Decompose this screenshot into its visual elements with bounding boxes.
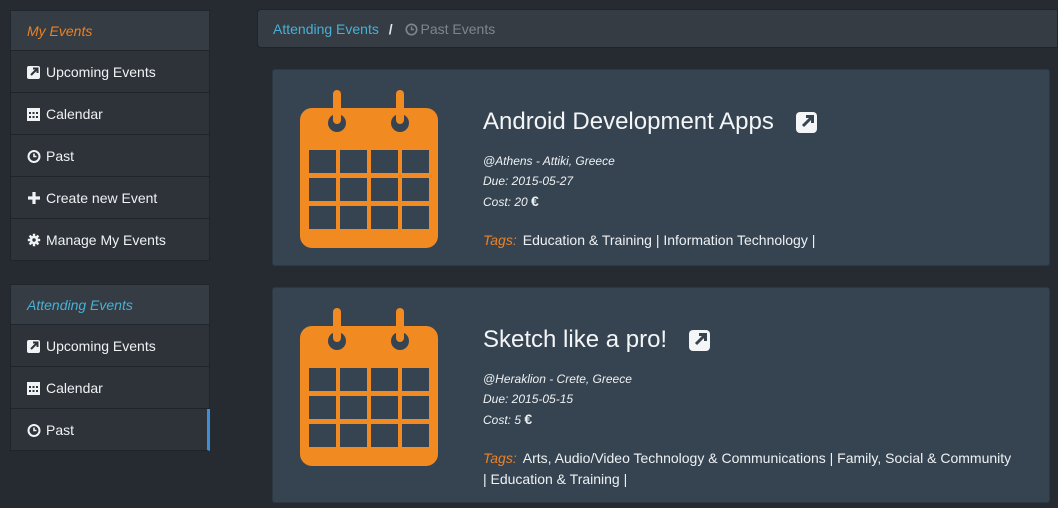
event-cost: Cost: 20 €: [483, 191, 615, 212]
plus-icon: [28, 192, 40, 204]
my-events-header: My Events: [10, 10, 210, 51]
euro-icon: €: [524, 411, 533, 427]
event-location: @Heraklion - Crete, Greece: [483, 372, 632, 386]
clock-icon: [27, 424, 41, 437]
event-details: @Athens - Attiki, Greece Due: 2015-05-27…: [483, 151, 615, 212]
sidebar-item-label: Calendar: [46, 106, 103, 122]
external-link-icon: [27, 340, 40, 353]
breadcrumb-separator: /: [388, 21, 393, 37]
sidebar-item-label: Upcoming Events: [46, 64, 156, 80]
event-due-date: Due: 2015-05-15: [483, 392, 574, 406]
event-tags: Tags: Education & Training | Information …: [483, 230, 1013, 251]
sidebar-item-create-new-event[interactable]: Create new Event: [10, 177, 210, 219]
attending-events-header: Attending Events: [10, 284, 210, 325]
sidebar-item-manage-my-events[interactable]: Manage My Events: [10, 219, 210, 261]
event-title: Sketch like a pro!: [483, 326, 713, 354]
sidebar-item-label: Create new Event: [46, 190, 158, 206]
event-card: Sketch like a pro! @Heraklion - Crete, G…: [272, 287, 1050, 503]
calendar-icon: [300, 90, 438, 248]
sidebar-item-attending-calendar[interactable]: Calendar: [10, 367, 210, 409]
attending-events-title: Attending Events: [27, 297, 133, 313]
sidebar-item-past[interactable]: Past: [10, 135, 210, 177]
sidebar-item-attending-past[interactable]: Past: [10, 409, 210, 451]
sidebar-item-label: Upcoming Events: [46, 338, 156, 354]
sidebar-item-label: Manage My Events: [46, 232, 166, 248]
calendar-icon: [27, 108, 40, 121]
event-title-text[interactable]: Sketch like a pro!: [483, 326, 667, 354]
event-tags: Tags: Arts, Audio/Video Technology & Comm…: [483, 448, 1013, 490]
sidebar-item-calendar[interactable]: Calendar: [10, 93, 210, 135]
breadcrumb-current: Past Events: [404, 21, 496, 37]
breadcrumb: Attending Events / Past Events: [257, 9, 1058, 48]
sidebar: My Events Upcoming Events Calendar Past …: [0, 0, 211, 508]
sidebar-item-label: Past: [46, 148, 75, 164]
event-title-text[interactable]: Android Development Apps: [483, 108, 774, 136]
tags-list: Education & Training | Information Techn…: [522, 232, 816, 248]
event-details: @Heraklion - Crete, Greece Due: 2015-05-…: [483, 369, 632, 430]
tags-label: Tags:: [483, 450, 517, 466]
event-cost: Cost: 5 €: [483, 409, 632, 430]
tags-label: Tags:: [483, 232, 517, 248]
sidebar-item-label: Past: [46, 422, 75, 438]
euro-icon: €: [531, 193, 539, 209]
clock-icon: [27, 150, 41, 163]
tags-list: Arts, Audio/Video Technology & Communica…: [483, 450, 1012, 487]
external-link-icon: [27, 66, 40, 79]
gear-icon: [27, 233, 41, 247]
calendar-icon: [27, 382, 40, 395]
attending-events-group: Attending Events Upcoming Events Calenda…: [10, 284, 210, 451]
my-events-group: My Events Upcoming Events Calendar Past …: [10, 10, 210, 261]
external-link-icon[interactable]: [689, 328, 713, 352]
event-location: @Athens - Attiki, Greece: [483, 154, 615, 168]
my-events-title: My Events: [27, 23, 93, 39]
event-cost-value: Cost: 20: [483, 195, 528, 209]
clock-icon: [404, 23, 418, 36]
external-link-icon[interactable]: [795, 110, 820, 134]
event-card: Android Development Apps @Athens - Attik…: [272, 69, 1050, 266]
breadcrumb-current-label: Past Events: [420, 21, 496, 37]
event-title: Android Development Apps: [483, 108, 820, 136]
breadcrumb-attending-events-link[interactable]: Attending Events: [273, 21, 379, 37]
calendar-icon: [300, 308, 438, 466]
sidebar-item-attending-upcoming-events[interactable]: Upcoming Events: [10, 325, 210, 367]
event-due-date: Due: 2015-05-27: [483, 174, 574, 188]
event-cost-value: Cost: 5: [483, 413, 522, 427]
sidebar-item-label: Calendar: [46, 380, 103, 396]
sidebar-item-upcoming-events[interactable]: Upcoming Events: [10, 51, 210, 93]
